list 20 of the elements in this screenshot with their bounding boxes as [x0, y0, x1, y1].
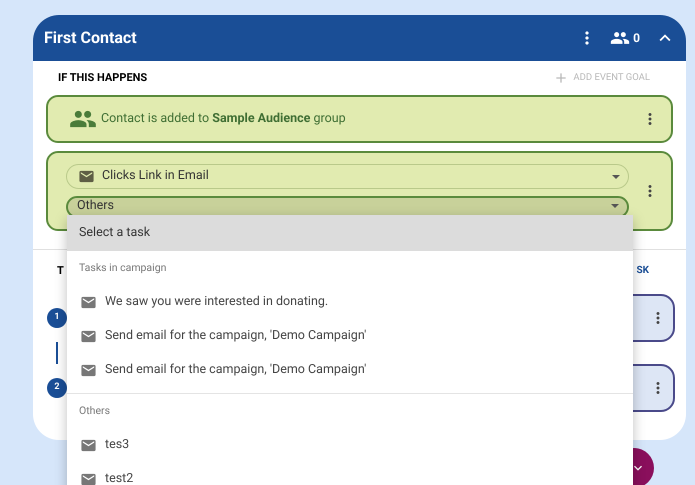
- menu-option[interactable]: Send email for the campaign, 'Demo Campaign': [67, 353, 633, 387]
- menu-option[interactable]: test2: [67, 462, 633, 485]
- mail-icon: [78, 168, 95, 185]
- event-type-select[interactable]: Clicks Link in Email: [66, 164, 629, 189]
- card-title: First Contact: [44, 27, 138, 49]
- menu-group-heading: Others: [78, 403, 111, 420]
- add-task-button[interactable]: SK: [636, 263, 649, 278]
- step-number: 2: [47, 378, 67, 398]
- section-heading: IF THIS HAPPENS: [58, 70, 148, 86]
- step-number: 1: [47, 308, 67, 328]
- menu-group-heading: Tasks in campaign: [78, 260, 168, 276]
- section-heading: T: [57, 263, 64, 279]
- event-description: Contact is added to Sample Audience group: [101, 110, 347, 128]
- menu-option[interactable]: tes3: [67, 428, 633, 462]
- dropdown-caret-icon: [612, 174, 620, 178]
- menu-option[interactable]: Select a task: [67, 215, 633, 251]
- dropdown-caret-icon: [611, 204, 619, 208]
- menu-option[interactable]: Send email for the campaign, 'Demo Campaign': [67, 319, 633, 353]
- menu-option[interactable]: We saw you were interested in donating.: [67, 285, 633, 319]
- member-count: 0: [633, 30, 640, 47]
